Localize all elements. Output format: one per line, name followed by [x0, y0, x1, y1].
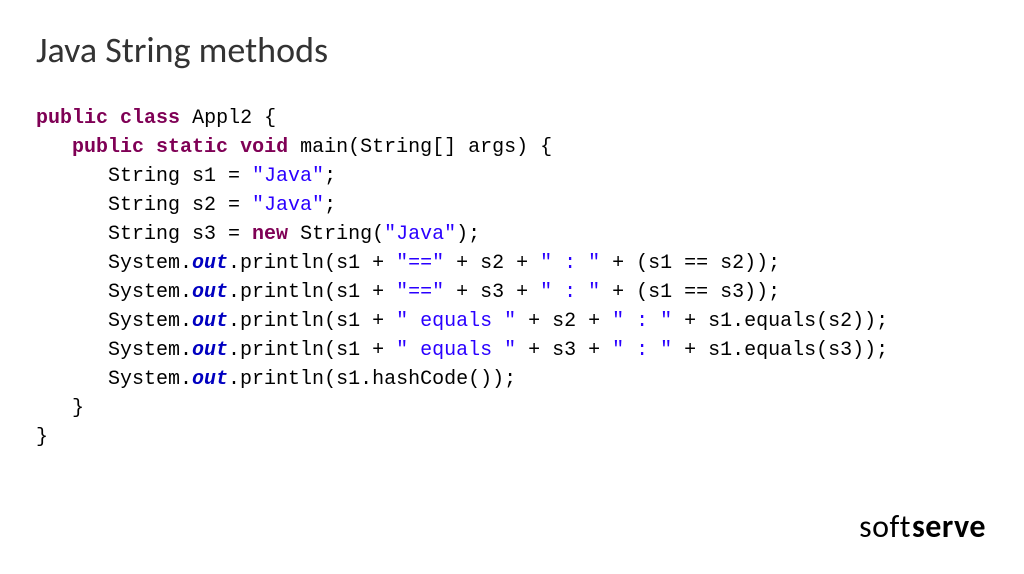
- class-name: Appl2: [192, 107, 252, 130]
- t: + s1.equals(s2));: [672, 310, 888, 333]
- t: }: [36, 426, 48, 449]
- str: "Java": [252, 194, 324, 217]
- field: out: [192, 368, 228, 391]
- t: System.: [36, 252, 192, 275]
- kw: class: [120, 107, 180, 130]
- t: + s2 +: [516, 310, 612, 333]
- t: .println(s1 +: [228, 310, 396, 333]
- t: System.: [36, 281, 192, 304]
- t: + s1.equals(s3));: [672, 339, 888, 362]
- t: String s3 =: [36, 223, 252, 246]
- str: " equals ": [396, 310, 516, 333]
- t: ;: [324, 165, 336, 188]
- t: .println(s1 +: [228, 252, 396, 275]
- brand-text-soft: soft: [859, 507, 911, 546]
- str: "Java": [384, 223, 456, 246]
- slide-title: Java String methods: [36, 28, 328, 72]
- t: System.: [36, 339, 192, 362]
- str: "Java": [252, 165, 324, 188]
- brand-text-serve: serve: [912, 507, 986, 546]
- field: out: [192, 281, 228, 304]
- field: out: [192, 310, 228, 333]
- field: out: [192, 252, 228, 275]
- str: " : ": [612, 310, 672, 333]
- t: [108, 107, 120, 130]
- t: .println(s1 +: [228, 281, 396, 304]
- t: .println(s1.hashCode());: [228, 368, 516, 391]
- kw: static: [156, 136, 228, 159]
- t: + s3 +: [516, 339, 612, 362]
- str: " equals ": [396, 339, 516, 362]
- t: + (s1 == s2));: [600, 252, 780, 275]
- t: System.: [36, 368, 192, 391]
- t: );: [456, 223, 480, 246]
- t: + s3 +: [444, 281, 540, 304]
- t: {: [252, 107, 276, 130]
- kw: void: [240, 136, 288, 159]
- kw: public: [36, 107, 108, 130]
- field: out: [192, 339, 228, 362]
- str: " : ": [540, 252, 600, 275]
- t: [288, 136, 300, 159]
- t: .println(s1 +: [228, 339, 396, 362]
- kw: public: [72, 136, 144, 159]
- t: String s2 =: [36, 194, 252, 217]
- t: [180, 107, 192, 130]
- code-block: public class Appl2 { public static void …: [36, 104, 888, 452]
- t: String s1 =: [36, 165, 252, 188]
- t: + (s1 == s3));: [600, 281, 780, 304]
- kw: new: [252, 223, 288, 246]
- str: " : ": [612, 339, 672, 362]
- str: "==": [396, 281, 444, 304]
- t: }: [36, 397, 84, 420]
- str: " : ": [540, 281, 600, 304]
- str: "==": [396, 252, 444, 275]
- brand-logo: softserve: [859, 507, 986, 546]
- t: ;: [324, 194, 336, 217]
- t: + s2 +: [444, 252, 540, 275]
- t: String(: [288, 223, 384, 246]
- main-sig: main(String[] args) {: [300, 136, 552, 159]
- t: [228, 136, 240, 159]
- t: [144, 136, 156, 159]
- t: System.: [36, 310, 192, 333]
